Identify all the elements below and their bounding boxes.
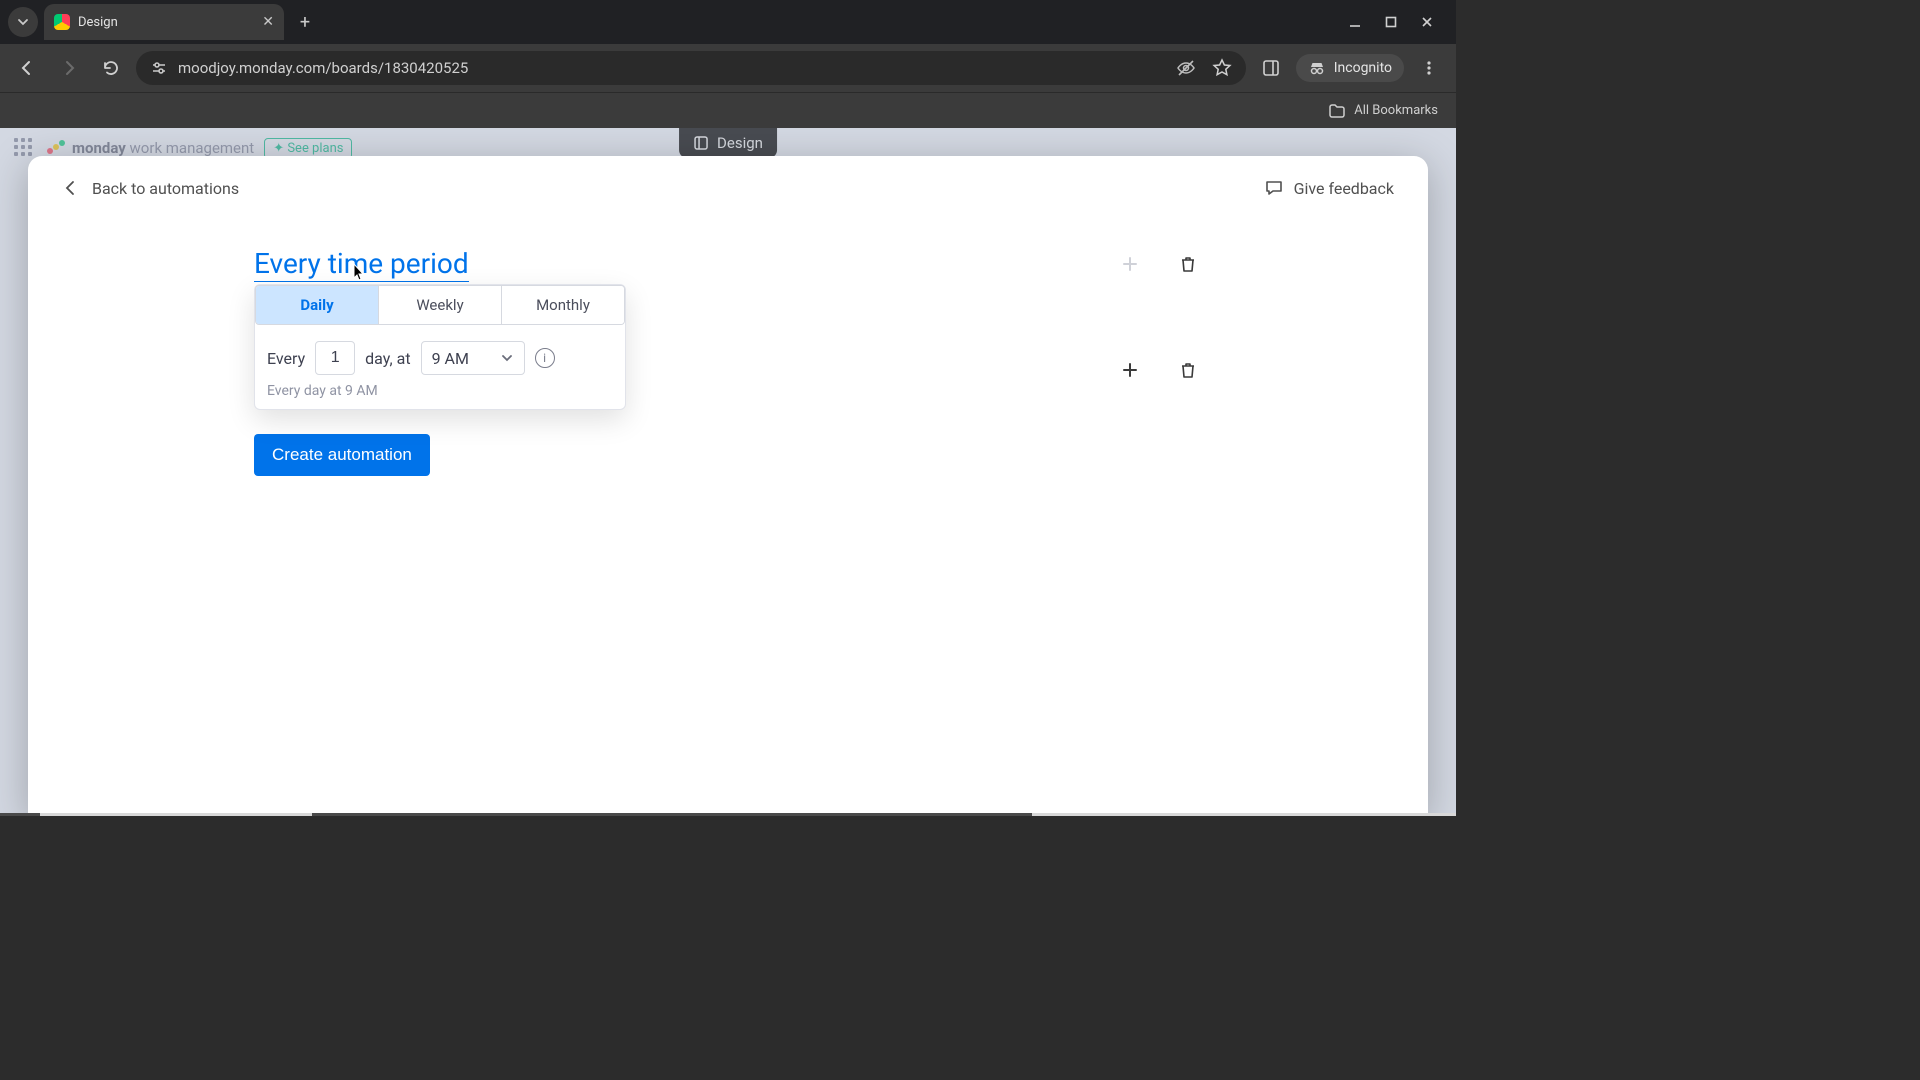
browser-forward-icon	[52, 51, 86, 85]
window-maximize-icon[interactable]	[1384, 15, 1398, 29]
day-at-label: day, at	[365, 349, 410, 368]
chevron-down-icon	[500, 351, 514, 365]
add-action-icon[interactable]	[1116, 356, 1144, 384]
incognito-label: Incognito	[1334, 60, 1392, 76]
all-bookmarks-link[interactable]: All Bookmarks	[1354, 103, 1438, 118]
tab-favicon	[54, 14, 70, 30]
browser-menu-icon[interactable]	[1412, 51, 1446, 85]
segment-monthly[interactable]: Monthly	[502, 286, 624, 324]
url-text: moodjoy.monday.com/boards/1830420525	[178, 59, 468, 77]
browser-back-icon[interactable]	[10, 51, 44, 85]
feedback-label: Give feedback	[1294, 179, 1394, 198]
address-bar[interactable]: moodjoy.monday.com/boards/1830420525	[136, 51, 1246, 85]
add-step-icon[interactable]	[1116, 250, 1144, 278]
tab-search-dropdown[interactable]	[8, 7, 38, 37]
sidepanel-icon[interactable]	[1254, 51, 1288, 85]
segment-weekly[interactable]: Weekly	[379, 286, 502, 324]
interval-input[interactable]	[315, 341, 355, 375]
trigger-heading[interactable]: Every time period	[254, 246, 469, 282]
browser-reload-icon[interactable]	[94, 51, 128, 85]
schedule-summary: Every day at 9 AM	[255, 381, 625, 399]
time-value: 9 AM	[432, 349, 469, 368]
give-feedback-link[interactable]: Give feedback	[1264, 178, 1394, 198]
folder-icon	[1328, 102, 1346, 120]
delete-step-icon[interactable]	[1174, 250, 1202, 278]
new-tab-button[interactable]: +	[290, 7, 320, 37]
schedule-popover: Daily Weekly Monthly Every day, at 9 AM …	[254, 284, 626, 410]
bottom-divider	[0, 813, 1456, 816]
bookmark-star-icon[interactable]	[1212, 58, 1232, 78]
every-label: Every	[267, 349, 305, 368]
info-icon[interactable]: i	[535, 348, 555, 368]
eye-off-icon[interactable]	[1176, 58, 1196, 78]
back-to-automations-link[interactable]: Back to automations	[62, 179, 239, 198]
delete-action-icon[interactable]	[1174, 356, 1202, 384]
back-label: Back to automations	[92, 179, 239, 198]
tab-title: Design	[78, 15, 262, 30]
incognito-chip[interactable]: Incognito	[1296, 54, 1404, 82]
create-automation-button[interactable]: Create automation	[254, 434, 430, 476]
automation-modal: Back to automations Give feedback Every …	[28, 156, 1428, 816]
window-close-icon[interactable]	[1420, 15, 1434, 29]
segment-daily[interactable]: Daily	[256, 286, 379, 324]
browser-tab[interactable]: Design ✕	[44, 4, 284, 40]
frequency-segmented: Daily Weekly Monthly	[255, 285, 625, 325]
tab-close-icon[interactable]: ✕	[262, 14, 274, 30]
time-select[interactable]: 9 AM	[421, 341, 525, 375]
window-minimize-icon[interactable]	[1348, 15, 1362, 29]
site-settings-icon[interactable]	[150, 59, 168, 77]
